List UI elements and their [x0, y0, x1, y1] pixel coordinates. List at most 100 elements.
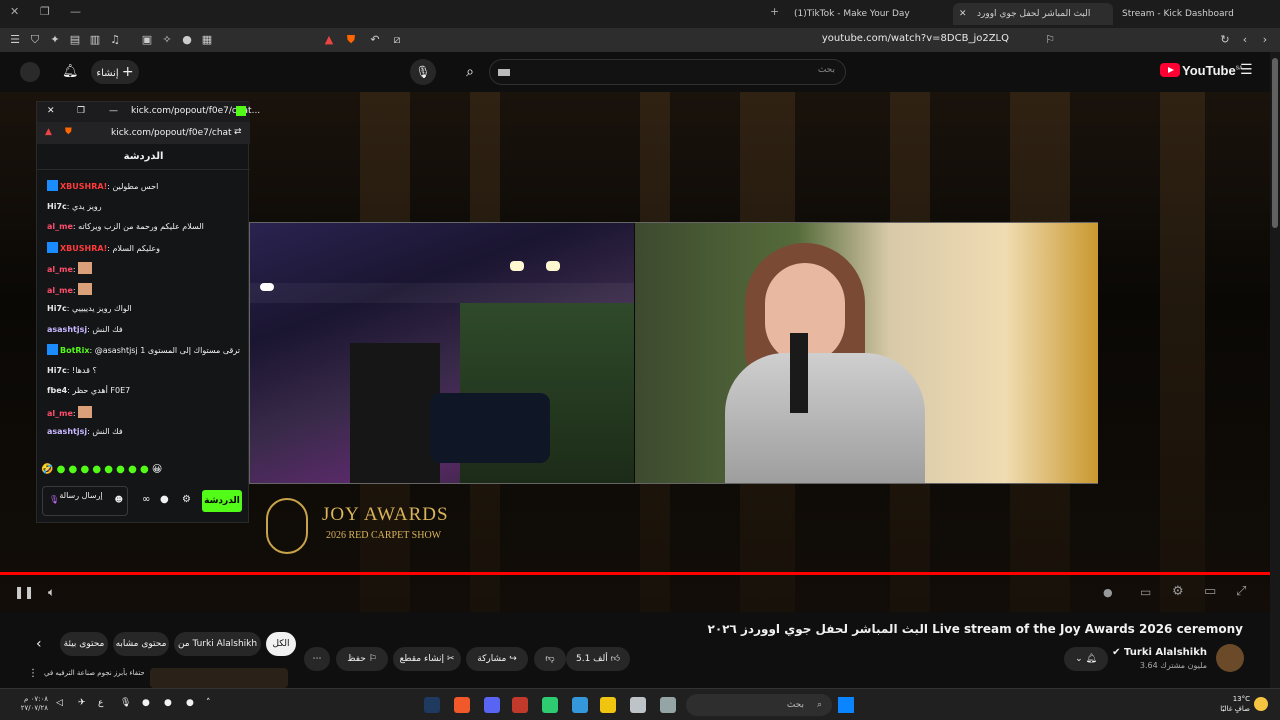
scrollbar-thumb[interactable] — [1272, 58, 1278, 228]
chip-from-channel[interactable]: من Turki Alalshikh — [174, 632, 261, 656]
channel-avatar[interactable] — [1216, 644, 1244, 672]
restore-window-icon[interactable]: ❐ — [40, 5, 50, 18]
store-icon[interactable] — [630, 697, 646, 713]
screenshot-icon[interactable]: ▦ — [200, 33, 214, 47]
progress-bar[interactable] — [0, 572, 1270, 575]
popout-url[interactable]: kick.com/popout/f0e7/chat — [111, 128, 232, 138]
chat-username[interactable]: XBUSHRA! — [60, 182, 107, 191]
chat-username[interactable]: asashtjsj — [47, 427, 87, 436]
chip-related[interactable]: محتوى مشابه — [113, 632, 169, 656]
new-tab-icon[interactable]: + — [770, 5, 779, 18]
subscribe-bell-button[interactable]: ⌄ 🔔︎ — [1064, 647, 1108, 671]
share-button[interactable]: مشاركة ↪ — [466, 647, 528, 671]
close-popout-icon[interactable]: ✕ — [47, 106, 55, 116]
search-input[interactable]: بحث — [489, 59, 846, 85]
task-view-icon[interactable] — [660, 697, 676, 713]
reload-icon[interactable]: ↻ — [1218, 33, 1232, 47]
history-icon[interactable]: ▤ — [68, 33, 82, 47]
chat-message-input[interactable]: إرسال رسالة 🎙︎ ☻ — [42, 486, 128, 516]
mic-tray-icon[interactable]: 🎙︎ — [120, 698, 131, 708]
brave-rewards-icon[interactable]: ▲ — [322, 33, 336, 47]
notification-icon[interactable]: ◁ — [56, 698, 63, 708]
brave-icon[interactable] — [454, 697, 470, 713]
brave-rewards-icon[interactable]: ▲ — [45, 127, 52, 137]
close-tab-icon[interactable]: ✕ — [959, 3, 967, 25]
back-icon[interactable]: ‹ — [1238, 33, 1252, 47]
fullscreen-icon[interactable]: ⤢ — [1236, 584, 1246, 599]
chat-username[interactable]: BotRix — [60, 346, 89, 355]
chat-username[interactable]: Hi7c — [47, 304, 67, 313]
infinity-icon[interactable]: ∞ — [142, 494, 150, 505]
site-settings-icon[interactable]: ⇄ — [234, 127, 242, 137]
chip-all[interactable]: الكل — [266, 632, 296, 656]
chat-username[interactable]: asashtjsj — [47, 325, 87, 334]
url-field[interactable]: youtube.com/watch?v=8DCB_jo2ZLQ — [822, 33, 1009, 44]
forward-icon[interactable]: › — [1258, 33, 1272, 47]
notifications-bell-icon[interactable]: 🔔︎ — [62, 64, 79, 79]
taskbar-search-input[interactable]: ⌕ بحث — [686, 694, 832, 716]
chat-username[interactable]: Hi7c — [47, 366, 67, 375]
vscode-icon[interactable] — [572, 697, 588, 713]
steam-tray-icon[interactable]: ● — [164, 698, 172, 708]
tab-kick-dashboard[interactable]: Stream - Kick Dashboard — [1110, 3, 1270, 25]
tray-app-icon[interactable]: ● — [142, 698, 150, 708]
network-icon[interactable]: ✈ — [78, 698, 86, 708]
chat-username[interactable]: Hi7c — [47, 202, 67, 211]
page-scrollbar[interactable] — [1270, 52, 1280, 688]
chip-more[interactable]: محتوى بيئة — [60, 632, 108, 656]
music-icon[interactable]: ♫ — [108, 33, 122, 47]
chat-username[interactable]: XBUSHRA! — [60, 244, 107, 253]
voice-search-icon[interactable]: 🎙︎ — [410, 59, 436, 85]
more-vert-icon[interactable]: ⋮ — [28, 668, 38, 679]
autoplay-icon[interactable]: ● — [1103, 586, 1113, 599]
tab-youtube-stream[interactable]: ✕ البث المباشر لحفل جوي اوورد — [953, 3, 1113, 25]
chat-username[interactable]: al_me — [47, 222, 73, 231]
subtitles-icon[interactable]: ▭ — [1140, 585, 1151, 599]
sidebar-icon[interactable]: ▥ — [88, 33, 102, 47]
search-icon[interactable]: ⌕ — [450, 59, 490, 85]
minimize-window-icon[interactable]: — — [70, 5, 81, 18]
profile-icon[interactable]: ● — [180, 33, 194, 47]
create-button[interactable]: إنشاء + — [91, 60, 139, 84]
windows-start-icon[interactable] — [838, 697, 854, 713]
keyboard-icon[interactable] — [498, 69, 510, 76]
app-icon[interactable] — [542, 697, 558, 713]
translate-icon[interactable]: ⧄ — [390, 33, 404, 47]
voicemeeter-icon[interactable] — [512, 697, 528, 713]
tray-chevron-up-icon[interactable]: ˄ — [206, 698, 211, 708]
settings-gear-icon[interactable]: ⚙ — [1172, 584, 1184, 599]
emoji-icon[interactable]: ☻ — [115, 495, 123, 504]
users-icon[interactable]: ● — [160, 494, 169, 505]
share-page-icon[interactable]: ↶ — [368, 33, 382, 47]
shield-icon[interactable]: ⛉ — [28, 33, 42, 47]
guide-menu-icon[interactable]: ☰ — [1240, 62, 1253, 78]
extensions-icon[interactable]: ✦ — [48, 33, 62, 47]
wallet-icon[interactable]: ▣ — [140, 33, 154, 47]
emote-bar[interactable]: 🤣 ● ● ● ● ● ● ● ● 😀 — [41, 464, 246, 480]
settings-gear-icon[interactable]: ⚙ — [182, 494, 191, 505]
menu-icon[interactable]: ☰ — [8, 33, 22, 47]
recommended-thumbnail[interactable] — [150, 668, 288, 688]
youtube-logo[interactable]: YouTubeSA — [1160, 63, 1243, 81]
clock[interactable]: ٠٧:٠٨ م ٢٧/٠٧/٢٨ — [8, 695, 48, 713]
weather-widget[interactable]: 13°C صافٍ غالبًا — [1200, 694, 1250, 714]
chat-username[interactable]: al_me — [47, 265, 73, 274]
channel-name[interactable]: ✔︎ Turki Alalshikh — [1112, 647, 1207, 658]
recommended-title[interactable]: البث المباشر للاحتفاء بأبرز نجوم صناعة ا… — [44, 668, 144, 678]
language-indicator[interactable]: ع — [98, 698, 103, 708]
puzzle-icon[interactable]: ✧ — [160, 33, 174, 47]
chat-username[interactable]: al_me — [47, 286, 73, 295]
chat-send-button[interactable]: الدردشة — [202, 490, 242, 512]
brave-shield-icon[interactable]: ⛊ — [344, 33, 358, 47]
microphone-icon[interactable]: 🎙︎ — [49, 495, 59, 504]
bookmark-icon[interactable]: ⚐ — [1043, 33, 1057, 47]
discord-icon[interactable] — [484, 697, 500, 713]
restore-popout-icon[interactable]: ❐ — [77, 106, 85, 116]
tab-tiktok[interactable]: (1)TikTok - Make Your Day — [790, 3, 940, 25]
chat-username[interactable]: al_me — [47, 409, 73, 418]
clip-button[interactable]: إنشاء مقطع ✂ — [393, 647, 461, 671]
chevron-left-icon[interactable]: ‹ — [36, 636, 42, 652]
tray-app-icon[interactable]: ● — [186, 698, 194, 708]
file-explorer-icon[interactable] — [600, 697, 616, 713]
chat-username[interactable]: fbe4 — [47, 386, 67, 395]
